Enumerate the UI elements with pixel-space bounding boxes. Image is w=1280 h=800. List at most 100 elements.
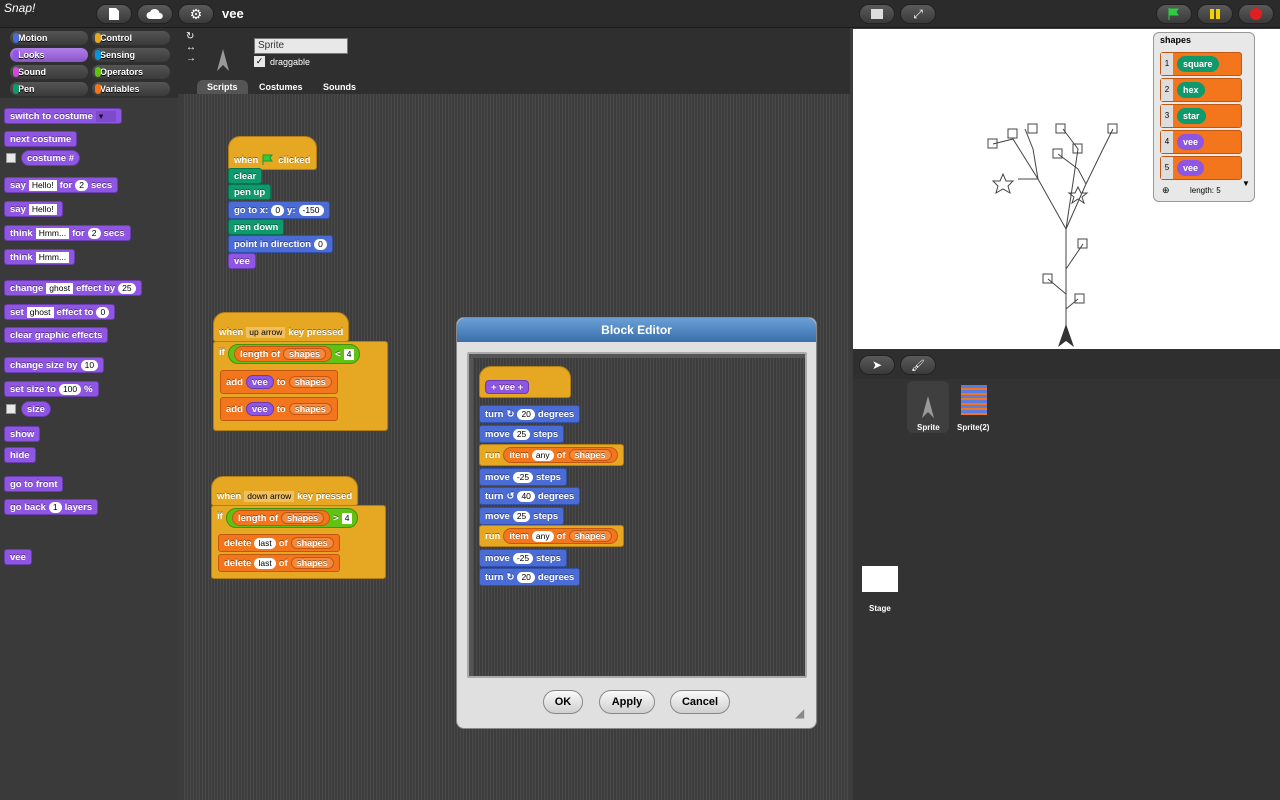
delete-of-list-block-1[interactable]: delete last of shapes bbox=[218, 534, 340, 552]
item-of-reporter[interactable]: item any of shapes bbox=[503, 528, 618, 544]
size-checkbox[interactable] bbox=[6, 404, 16, 414]
go-to-front-block[interactable]: go to front bbox=[4, 476, 64, 492]
ok-button[interactable]: OK bbox=[543, 690, 583, 714]
change-effect-block[interactable]: change ghost effect by 25 bbox=[4, 280, 142, 296]
stop-button[interactable] bbox=[1238, 4, 1274, 24]
say-for-block[interactable]: say Hello! for 2 secs bbox=[4, 177, 119, 193]
length-of-reporter[interactable]: length of shapes bbox=[234, 346, 333, 362]
tab-scripts[interactable]: Scripts bbox=[197, 80, 248, 95]
go-back-layers-block[interactable]: go back 1 layers bbox=[4, 499, 99, 515]
sprite-name-input[interactable]: Sprite bbox=[254, 38, 348, 54]
normal-stage-button[interactable] bbox=[859, 4, 895, 24]
set-effect-block[interactable]: set ghost effect to 0 bbox=[4, 304, 116, 320]
move-steps-block-2[interactable]: move -25 steps bbox=[479, 468, 567, 486]
tab-sounds[interactable]: Sounds bbox=[313, 80, 366, 95]
add-item-icon[interactable]: ⊕ bbox=[1162, 185, 1170, 196]
set-size-block[interactable]: set size to 100% bbox=[4, 381, 99, 397]
paint-new-sprite-button[interactable]: 🖌 bbox=[900, 355, 936, 375]
size-reporter[interactable]: size bbox=[21, 401, 51, 417]
draggable-checkbox[interactable]: ✓ bbox=[254, 56, 265, 67]
vee-ring[interactable]: vee bbox=[245, 402, 274, 416]
resize-handle-icon[interactable]: ▼ bbox=[1242, 179, 1250, 188]
sprite-icon-sprite2[interactable]: Sprite(2) bbox=[955, 381, 997, 433]
pen-up-block[interactable]: pen up bbox=[228, 184, 272, 200]
vee-custom-block[interactable]: vee bbox=[4, 549, 32, 565]
dialog-title[interactable]: Block Editor bbox=[457, 318, 816, 342]
cloud-button[interactable] bbox=[137, 4, 173, 24]
vee-prototype[interactable]: + vee + bbox=[485, 380, 530, 394]
turn-cw-block-1[interactable]: turn ↻ 20 degrees bbox=[479, 405, 581, 423]
stage-thumbnail[interactable] bbox=[862, 566, 898, 592]
file-button[interactable] bbox=[96, 4, 132, 24]
think-for-block[interactable]: think Hmm... for 2 secs bbox=[4, 225, 131, 241]
list-item[interactable]: 2 hex bbox=[1160, 78, 1242, 102]
custom-block-definition-hat[interactable]: + vee + bbox=[479, 366, 571, 398]
sprite-icon-sprite[interactable]: Sprite bbox=[907, 381, 949, 433]
move-steps-block-3[interactable]: move 25 steps bbox=[479, 507, 565, 525]
green-flag-button[interactable] bbox=[1156, 4, 1192, 24]
run-block-1[interactable]: run item any of shapes bbox=[479, 444, 624, 466]
when-key-pressed-hat-down[interactable]: when down arrow key pressed bbox=[211, 476, 359, 506]
clear-graphic-effects-block[interactable]: clear graphic effects bbox=[4, 327, 109, 343]
say-block[interactable]: say Hello! bbox=[4, 201, 63, 217]
category-pen[interactable]: Pen bbox=[10, 82, 88, 96]
category-operators[interactable]: Operators bbox=[92, 65, 170, 79]
category-motion[interactable]: Motion bbox=[10, 31, 88, 45]
category-variables[interactable]: Variables bbox=[92, 82, 170, 96]
less-than-predicate[interactable]: length of shapes <4 bbox=[228, 344, 361, 364]
settings-button[interactable]: ⚙ bbox=[178, 4, 214, 24]
category-sound[interactable]: Sound bbox=[10, 65, 88, 79]
vee-ring[interactable]: vee bbox=[245, 375, 274, 389]
pause-button[interactable] bbox=[1197, 4, 1233, 24]
turn-ccw-block[interactable]: turn ↺ 40 degrees bbox=[479, 487, 581, 505]
run-block-2[interactable]: run item any of shapes bbox=[479, 525, 624, 547]
list-item[interactable]: 5 vee bbox=[1160, 156, 1242, 180]
add-turtle-sprite-button[interactable]: ➤ bbox=[859, 355, 895, 375]
rotation-style-buttons[interactable]: ↻ ↔ → bbox=[186, 31, 196, 64]
resize-handle-icon[interactable]: ◢ bbox=[795, 706, 804, 720]
costume-num-checkbox[interactable] bbox=[6, 153, 16, 163]
clear-block[interactable]: clear bbox=[228, 168, 263, 184]
snap-logo[interactable]: Snap! bbox=[4, 1, 46, 25]
show-block[interactable]: show bbox=[4, 426, 41, 442]
category-control[interactable]: Control bbox=[92, 31, 170, 45]
add-to-list-block-2[interactable]: add vee to shapes bbox=[220, 397, 338, 421]
when-flag-clicked-hat[interactable]: when clicked bbox=[228, 136, 317, 170]
tab-costumes[interactable]: Costumes bbox=[249, 80, 313, 95]
list-item[interactable]: 4 vee bbox=[1160, 130, 1242, 154]
change-size-block[interactable]: change size by 10 bbox=[4, 357, 105, 373]
if-block-up[interactable]: if length of shapes <4 add vee to shapes add… bbox=[213, 341, 388, 431]
length-of-reporter[interactable]: length of shapes bbox=[232, 510, 331, 526]
cancel-button[interactable]: Cancel bbox=[670, 690, 730, 714]
when-key-pressed-hat-up[interactable]: when up arrow key pressed bbox=[213, 312, 350, 342]
pen-down-block[interactable]: pen down bbox=[228, 219, 285, 235]
category-sensing[interactable]: Sensing bbox=[92, 48, 170, 62]
hide-block[interactable]: hide bbox=[4, 447, 36, 463]
next-costume-block[interactable]: next costume bbox=[4, 131, 78, 147]
item-of-reporter[interactable]: item any of shapes bbox=[503, 447, 618, 463]
category-looks[interactable]: Looks bbox=[10, 48, 88, 62]
brush-icon: 🖌 bbox=[911, 359, 925, 372]
list-item[interactable]: 1 square bbox=[1160, 52, 1242, 76]
fullscreen-button[interactable]: ⤢ bbox=[900, 4, 936, 24]
turn-cw-block-2[interactable]: turn ↻ 20 degrees bbox=[479, 568, 581, 586]
stage-label: Stage bbox=[869, 604, 891, 613]
shapes-list-watcher[interactable]: shapes 1 square 2 hex 3 star 4 vee 5 vee ⊕ le… bbox=[1153, 32, 1255, 202]
vee-call-block[interactable]: vee bbox=[228, 253, 256, 269]
move-steps-block-1[interactable]: move 25 steps bbox=[479, 425, 565, 443]
delete-of-list-block-2[interactable]: delete last of shapes bbox=[218, 554, 340, 572]
go-to-xy-block[interactable]: go to x: 0 y: -150 bbox=[228, 201, 330, 219]
apply-button[interactable]: Apply bbox=[599, 690, 655, 714]
costume-num-reporter[interactable]: costume # bbox=[21, 150, 80, 166]
add-to-list-block-1[interactable]: add vee to shapes bbox=[220, 370, 338, 394]
project-title: vee bbox=[222, 6, 244, 21]
costume-dropdown[interactable]: ▾ bbox=[95, 110, 116, 122]
think-block[interactable]: think Hmm... bbox=[4, 249, 76, 265]
if-block-down[interactable]: if length of shapes >4 delete last of shapes… bbox=[211, 505, 386, 579]
list-item[interactable]: 3 star bbox=[1160, 104, 1242, 128]
point-in-direction-block[interactable]: point in direction 0 bbox=[228, 235, 333, 253]
move-steps-block-4[interactable]: move -25 steps bbox=[479, 549, 567, 567]
switch-costume-block[interactable]: switch to costume ▾ bbox=[4, 108, 122, 124]
greater-than-predicate[interactable]: length of shapes >4 bbox=[226, 508, 359, 528]
editor-scripting-area[interactable]: + vee + turn ↻ 20 degrees move 25 steps run it… bbox=[473, 358, 805, 676]
